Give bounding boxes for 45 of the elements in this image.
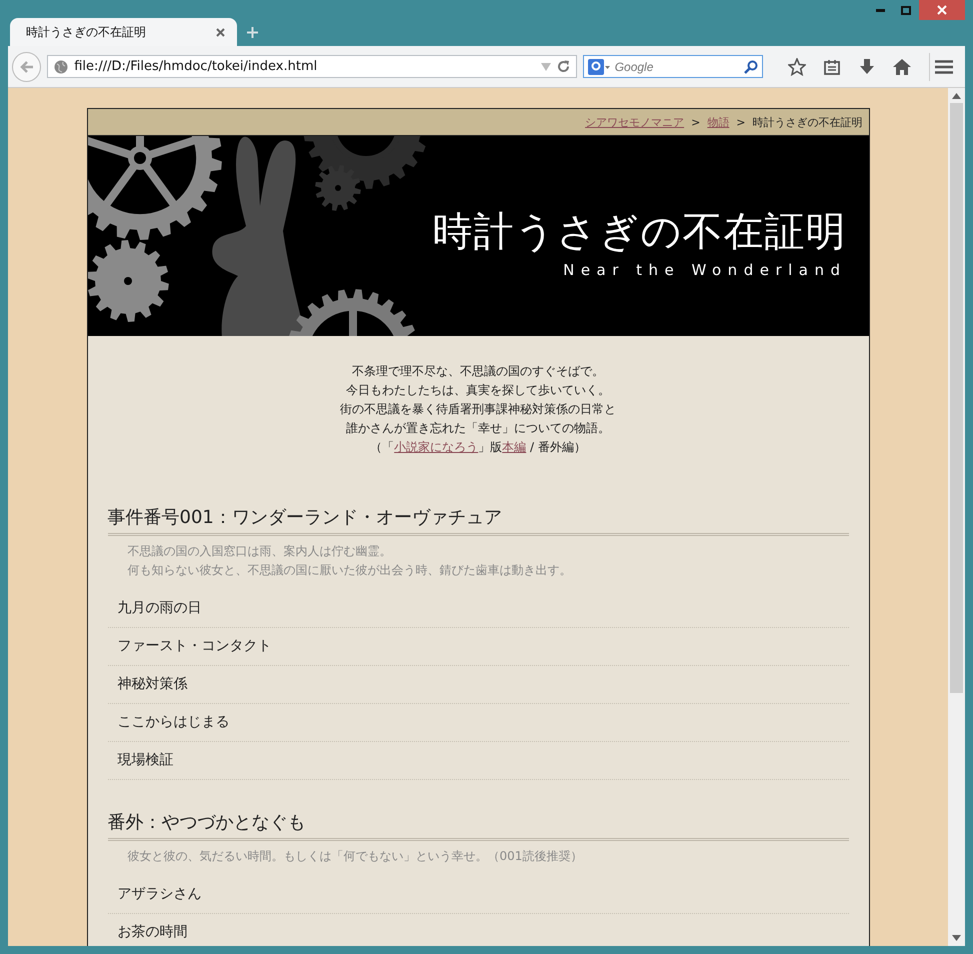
intro-text: 街の不思議を暴く待盾署刑事課神秘対策係の日常と — [340, 401, 616, 418]
section-heading: 事件番号001：ワンダーランド・オーヴァチュア — [108, 505, 848, 536]
search-field[interactable]: Google — [582, 55, 763, 78]
search-engine-icon — [588, 58, 610, 74]
section-heading: 番外：やつづかとなぐも — [108, 810, 848, 841]
tab-title: 時計うさぎの不在証明 — [26, 24, 146, 40]
intro-text: 誰かさんが置き忘れた「幸せ」についての物語。 — [346, 420, 610, 437]
scrollbar-thumb[interactable] — [950, 103, 963, 693]
section-description: 彼女と彼の、気だるい時間。もしくは「何でもない」という幸せ。（001読後推奨） — [128, 848, 584, 865]
reload-icon[interactable] — [556, 60, 570, 73]
close-icon[interactable] — [216, 28, 225, 36]
scroll-up-arrow-icon[interactable] — [952, 93, 961, 99]
browser-tab[interactable]: 時計うさぎの不在証明 — [10, 18, 237, 46]
intro-links-text: （「小説家になろう」版本編 / 番外編） — [370, 439, 586, 456]
intro-text: 今日もわたしたちは、真実を探して歩いていく。 — [346, 382, 610, 399]
breadcrumb-separator: > — [736, 116, 746, 128]
chapter-link[interactable]: お茶の時間 — [108, 914, 848, 946]
close-icon — [937, 5, 947, 15]
chapter-link[interactable]: ここからはじまる — [108, 704, 848, 742]
scrollbar[interactable] — [948, 88, 965, 946]
breadcrumb-separator: > — [691, 116, 700, 128]
new-tab-icon[interactable] — [247, 27, 258, 38]
maximize-icon[interactable] — [901, 6, 911, 14]
back-arrow-icon — [20, 60, 34, 72]
intro-text: 不条理で理不尽な、不思議の国のすぐそばで。 — [352, 363, 604, 380]
search-icon[interactable] — [744, 60, 758, 74]
globe-icon — [54, 60, 68, 74]
intro-link[interactable]: 本編 — [502, 440, 526, 454]
section-description: 何も知らない彼女と、不思議の国に厭いた彼が出会う時、錆びた歯車は動き出す。 — [128, 562, 572, 579]
banner-subtitle: Near the Wonderland — [563, 260, 846, 278]
section-description: 不思議の国の入国窓口は雨、案内人は佇む幽霊。 — [128, 543, 392, 560]
chapter-link[interactable]: 現場検証 — [108, 742, 848, 780]
breadcrumb-current: 時計うさぎの不在証明 — [752, 114, 862, 130]
close-button[interactable] — [919, 0, 965, 20]
scroll-down-arrow-icon[interactable] — [952, 935, 961, 941]
chapter-link[interactable]: 神秘対策係 — [108, 666, 848, 704]
chapter-link[interactable]: 九月の雨の日 — [108, 590, 848, 628]
minimize-icon[interactable] — [876, 8, 884, 12]
chapter-link[interactable]: ファースト・コンタクト — [108, 628, 848, 666]
search-input[interactable]: Google — [614, 60, 739, 74]
url-text: file:///D:/Files/hmdoc/tokei/index.html — [74, 59, 318, 74]
intro-link[interactable]: 小説家になろう — [394, 440, 478, 454]
address-bar[interactable]: file:///D:/Files/hmdoc/tokei/index.html — [47, 55, 577, 78]
banner-title: 時計うさぎの不在証明 — [432, 208, 846, 256]
chapter-link[interactable]: アザラシさん — [108, 876, 848, 914]
